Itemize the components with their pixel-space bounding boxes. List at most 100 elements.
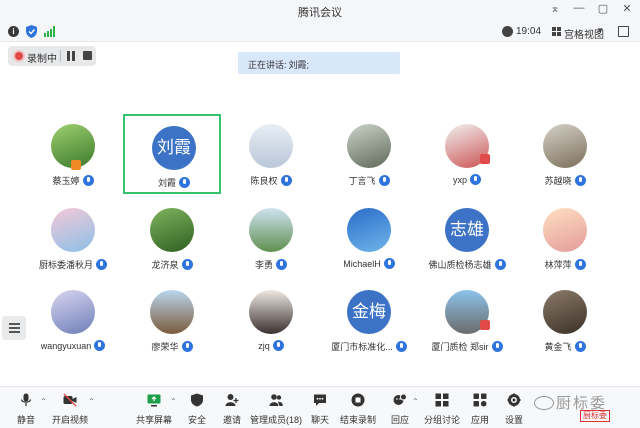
participant-tile[interactable]: 志雄佛山质检杨志雄 xyxy=(418,198,516,278)
grid-view-icon[interactable] xyxy=(552,27,561,36)
microphone-icon xyxy=(574,341,586,352)
participant-tile[interactable]: 蔡玉婷 xyxy=(24,114,122,194)
participant-tile[interactable]: 陈良权 xyxy=(222,114,320,194)
member-list-toggle[interactable] xyxy=(2,316,26,340)
status-badge xyxy=(71,160,81,170)
minimize-button[interactable]: — xyxy=(572,2,586,15)
participant-name: 佛山质检杨志雄 xyxy=(428,260,492,270)
watermark-stamp: 厨标委 xyxy=(580,410,610,422)
participant-tile[interactable]: 廖荣华 xyxy=(123,280,221,360)
stop-record-icon xyxy=(351,393,365,407)
microphone-icon xyxy=(181,341,193,352)
participant-tile[interactable]: 金梅 厦门市标准化... xyxy=(320,280,418,360)
meeting-info-bar: i 19:04 宫格视图 ▾ xyxy=(0,22,640,42)
participant-name: 龙济泉 xyxy=(151,260,179,270)
watermark: 厨标委 厨标委 xyxy=(520,388,638,426)
video-options-caret-icon[interactable]: ⌃ xyxy=(88,397,95,406)
microphone-icon xyxy=(470,174,481,185)
info-icon[interactable]: i xyxy=(8,26,19,37)
microphone-icon xyxy=(96,259,107,270)
participant-name: 蔡玉婷 xyxy=(52,176,80,186)
speaking-name: 刘霞; xyxy=(288,60,310,70)
participant-tile[interactable]: 厨标委潘秋月 xyxy=(24,198,122,278)
recording-label: 录制中 xyxy=(27,54,57,65)
speaking-prefix: 正在讲话: xyxy=(248,60,287,70)
video-label: 开启视频 xyxy=(51,415,88,425)
participant-name-line: 刘霞 xyxy=(125,176,223,189)
participant-name-line: 林萍萍 xyxy=(516,258,614,271)
participant-name-line: 廖荣华 xyxy=(123,340,221,353)
participant-tile[interactable]: 李勇 xyxy=(222,198,320,278)
chevron-down-icon[interactable]: ▾ xyxy=(598,25,603,36)
participant-name-line: 黄金飞 xyxy=(516,340,614,353)
participant-name: wangyuxuan xyxy=(40,340,92,351)
participant-name-line: yxp xyxy=(418,174,516,185)
audio-options-caret-icon[interactable]: ⌃ xyxy=(40,397,47,406)
pause-recording-button[interactable] xyxy=(66,51,76,61)
avatar xyxy=(543,208,587,252)
avatar xyxy=(543,290,587,334)
participant-name: 厨标委潘秋月 xyxy=(38,260,93,270)
record-dot-icon xyxy=(15,52,23,60)
participant-tile[interactable]: 厦门质检 郑sir xyxy=(418,280,516,360)
avatar xyxy=(249,124,293,168)
fullscreen-icon[interactable] xyxy=(618,26,629,37)
participant-tile[interactable]: MichaelH xyxy=(320,198,418,278)
participant-name: 林萍萍 xyxy=(544,260,572,270)
microphone-icon xyxy=(378,175,390,186)
participant-name-line: 李勇 xyxy=(222,258,320,271)
avatar xyxy=(150,208,194,252)
participant-tile[interactable]: 苏越晓 xyxy=(516,114,614,194)
participant-tile[interactable]: 刘霞 刘霞 xyxy=(123,114,221,194)
avatar: 志雄 xyxy=(445,208,489,252)
close-button[interactable]: ✕ xyxy=(620,2,634,15)
microphone-icon xyxy=(574,259,586,270)
active-speaker-banner: 正在讲话: 刘霞; xyxy=(238,52,400,74)
microphone-icon xyxy=(276,259,287,270)
recording-indicator: 录制中 xyxy=(8,46,96,66)
pin-icon[interactable]: ⌅ xyxy=(548,2,562,15)
participant-name: yxp xyxy=(452,174,467,185)
participant-tile[interactable]: 丁言飞 xyxy=(320,114,418,194)
participant-name-line: 蔡玉婷 xyxy=(24,174,122,187)
participant-tile[interactable]: 黄金飞 xyxy=(516,280,614,360)
participant-name-line: MichaelH xyxy=(320,258,418,269)
maximize-button[interactable]: ▢ xyxy=(596,2,610,15)
avatar: 刘霞 xyxy=(152,126,196,170)
shield-icon[interactable] xyxy=(26,25,37,38)
participant-tile[interactable]: wangyuxuan xyxy=(24,280,122,360)
members-icon xyxy=(269,394,283,406)
participant-name-line: 佛山质检杨志雄 xyxy=(418,258,516,271)
stop-recording-button[interactable] xyxy=(83,51,92,60)
participant-tile[interactable]: 林萍萍 xyxy=(516,198,614,278)
participant-name-line: 厨标委潘秋月 xyxy=(24,258,122,271)
signal-icon[interactable] xyxy=(44,26,55,37)
breakout-icon xyxy=(435,393,449,407)
clock-icon xyxy=(502,26,513,37)
participant-name: 刘霞 xyxy=(157,178,176,188)
microphone-icon xyxy=(383,258,395,269)
avatar xyxy=(51,208,95,252)
microphone-icon xyxy=(280,175,292,186)
participant-name: zjq xyxy=(258,340,270,351)
microphone-icon xyxy=(179,177,190,188)
participant-name: 黄金飞 xyxy=(544,342,572,352)
participant-tile[interactable]: 龙济泉 xyxy=(123,198,221,278)
microphone-icon xyxy=(181,259,193,270)
participant-name: MichaelH xyxy=(343,258,381,269)
window-controls: ⌅ — ▢ ✕ xyxy=(548,2,634,15)
participant-name: 李勇 xyxy=(254,260,273,270)
wechat-logo-icon xyxy=(534,396,554,410)
participant-tile[interactable]: zjq xyxy=(222,280,320,360)
avatar xyxy=(543,124,587,168)
participant-tile[interactable]: yxp xyxy=(418,114,516,194)
share-screen-icon xyxy=(147,394,161,407)
microphone-icon xyxy=(574,175,586,186)
status-badge xyxy=(480,320,490,330)
start-video-button[interactable]: 开启视频 xyxy=(48,393,92,427)
video-camera-off-icon xyxy=(63,393,77,407)
participant-name-line: 苏越晓 xyxy=(516,174,614,187)
participant-name: 苏越晓 xyxy=(544,176,572,186)
status-badge xyxy=(480,154,490,164)
reaction-options-caret-icon[interactable]: ⌃ xyxy=(412,397,419,406)
